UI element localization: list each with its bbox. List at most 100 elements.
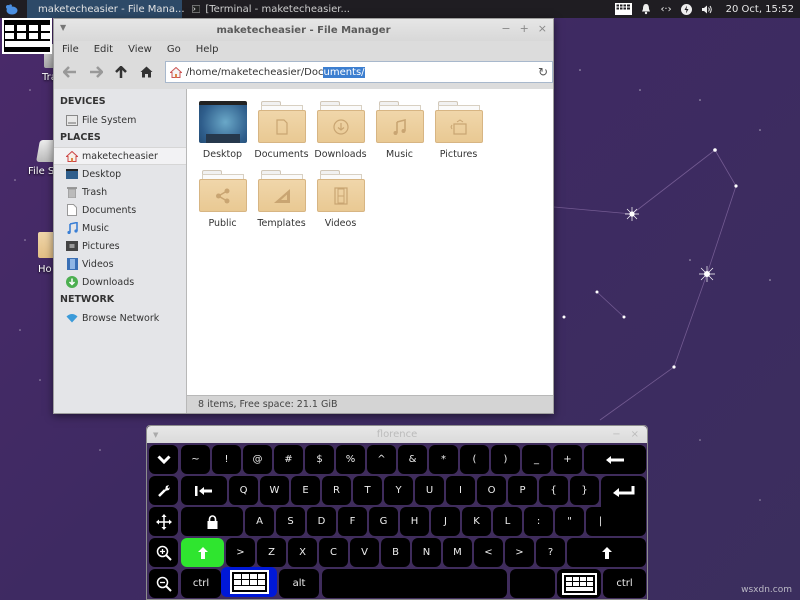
onscreen-keyboard-toggle-icon[interactable] bbox=[2, 18, 52, 54]
key-s[interactable]: S bbox=[276, 507, 305, 536]
key-underscore[interactable]: _ bbox=[522, 445, 551, 474]
key-k[interactable]: K bbox=[462, 507, 491, 536]
key-l[interactable]: L bbox=[493, 507, 522, 536]
key-g[interactable]: G bbox=[369, 507, 398, 536]
sidebar-item-trash[interactable]: Trash bbox=[54, 183, 186, 201]
sidebar-item-music[interactable]: Music bbox=[54, 219, 186, 237]
menu-go[interactable]: Go bbox=[167, 44, 181, 55]
key-r[interactable]: R bbox=[322, 476, 351, 505]
key-asterisk[interactable]: * bbox=[429, 445, 458, 474]
key-greater-2[interactable]: > bbox=[505, 538, 534, 567]
key-altgr[interactable] bbox=[510, 569, 555, 598]
sidebar-item-pictures[interactable]: Pictures bbox=[54, 237, 186, 255]
location-bar[interactable]: /home/maketecheasier/Documents/ ↻ bbox=[164, 61, 554, 83]
key-greater[interactable]: > bbox=[226, 538, 255, 567]
key-less[interactable]: < bbox=[474, 538, 503, 567]
file-item-desktop[interactable]: Desktop bbox=[193, 101, 252, 160]
file-item-downloads[interactable]: Downloads bbox=[311, 101, 370, 160]
file-item-pictures[interactable]: Pictures bbox=[429, 101, 488, 160]
keyboard-icon[interactable] bbox=[615, 3, 633, 15]
notification-bell-icon[interactable] bbox=[641, 3, 651, 15]
key-at[interactable]: @ bbox=[243, 445, 272, 474]
menu-view[interactable]: View bbox=[128, 44, 152, 55]
keyboard-close-button[interactable]: × bbox=[631, 429, 639, 440]
file-item-public[interactable]: Public bbox=[193, 170, 252, 229]
key-t[interactable]: T bbox=[353, 476, 382, 505]
reload-icon[interactable]: ↻ bbox=[538, 65, 548, 79]
volume-icon[interactable] bbox=[701, 4, 713, 15]
whisker-menu-button[interactable] bbox=[0, 0, 22, 18]
sidebar-item-browse-network[interactable]: Browse Network bbox=[54, 309, 186, 327]
home-button[interactable] bbox=[137, 62, 157, 82]
key-shift-left-active[interactable] bbox=[181, 538, 224, 567]
key-tab[interactable] bbox=[181, 476, 227, 505]
keyboard-minimize-button[interactable]: − bbox=[612, 429, 620, 440]
menu-help[interactable]: Help bbox=[196, 44, 219, 55]
sidebar-item-videos[interactable]: Videos bbox=[54, 255, 186, 273]
key-exclamation[interactable]: ! bbox=[212, 445, 241, 474]
key-hash[interactable]: # bbox=[274, 445, 303, 474]
key-pipe[interactable]: | bbox=[586, 507, 615, 536]
keyboard-titlebar[interactable]: ▼ florence − × bbox=[147, 426, 647, 443]
key-v[interactable]: V bbox=[350, 538, 379, 567]
key-ctrl-left[interactable]: ctrl bbox=[181, 569, 221, 598]
key-n[interactable]: N bbox=[412, 538, 441, 567]
sidebar-item-home[interactable]: maketecheasier bbox=[54, 147, 186, 165]
window-menu-icon[interactable]: ▼ bbox=[60, 23, 66, 32]
key-p[interactable]: P bbox=[508, 476, 537, 505]
key-y[interactable]: Y bbox=[384, 476, 413, 505]
key-brace-close[interactable]: } bbox=[570, 476, 599, 505]
key-c[interactable]: C bbox=[319, 538, 348, 567]
maximize-button[interactable]: + bbox=[520, 22, 529, 35]
key-d[interactable]: D bbox=[307, 507, 336, 536]
taskbar-item-file-manager[interactable]: maketecheasier - File Mana... bbox=[27, 0, 185, 18]
key-settings[interactable] bbox=[149, 476, 178, 505]
key-u[interactable]: U bbox=[415, 476, 444, 505]
window-titlebar[interactable]: ▼ maketecheasier - File Manager − + × bbox=[54, 19, 553, 41]
key-shift-right[interactable] bbox=[567, 538, 646, 567]
key-zoom-in[interactable] bbox=[149, 538, 178, 567]
key-colon[interactable]: : bbox=[524, 507, 553, 536]
key-e[interactable]: E bbox=[291, 476, 320, 505]
key-caps-lock[interactable] bbox=[181, 507, 243, 536]
file-item-music[interactable]: Music bbox=[370, 101, 429, 160]
key-i[interactable]: I bbox=[446, 476, 475, 505]
key-m[interactable]: M bbox=[443, 538, 472, 567]
key-alt[interactable]: alt bbox=[279, 569, 319, 598]
key-brace-open[interactable]: { bbox=[539, 476, 568, 505]
key-ctrl-right[interactable]: ctrl bbox=[603, 569, 646, 598]
key-b[interactable]: B bbox=[381, 538, 410, 567]
key-ampersand[interactable]: & bbox=[398, 445, 427, 474]
key-super-active[interactable] bbox=[221, 567, 277, 597]
key-a[interactable]: A bbox=[245, 507, 274, 536]
key-dollar[interactable]: $ bbox=[305, 445, 334, 474]
key-space[interactable] bbox=[322, 569, 507, 598]
key-h[interactable]: H bbox=[400, 507, 429, 536]
menu-file[interactable]: File bbox=[62, 44, 79, 55]
key-hide-keyboard[interactable] bbox=[149, 445, 178, 474]
key-q[interactable]: Q bbox=[229, 476, 258, 505]
network-icon[interactable]: ‹·› bbox=[660, 4, 671, 15]
key-super-right[interactable] bbox=[557, 569, 601, 598]
close-button[interactable]: × bbox=[538, 22, 547, 35]
key-f[interactable]: F bbox=[338, 507, 367, 536]
key-paren-close[interactable]: ) bbox=[491, 445, 520, 474]
clock[interactable]: 20 Oct, 15:52 bbox=[726, 4, 794, 15]
key-o[interactable]: O bbox=[477, 476, 506, 505]
back-button[interactable] bbox=[60, 62, 80, 82]
file-item-videos[interactable]: Videos bbox=[311, 170, 370, 229]
file-item-documents[interactable]: Documents bbox=[252, 101, 311, 160]
key-caret[interactable]: ^ bbox=[367, 445, 396, 474]
key-backspace[interactable] bbox=[584, 445, 646, 474]
key-x[interactable]: X bbox=[288, 538, 317, 567]
key-tilde[interactable]: ~ bbox=[181, 445, 210, 474]
key-zoom-out[interactable] bbox=[149, 569, 178, 598]
file-item-templates[interactable]: Templates bbox=[252, 170, 311, 229]
sidebar-item-documents[interactable]: Documents bbox=[54, 201, 186, 219]
sidebar-item-desktop[interactable]: Desktop bbox=[54, 165, 186, 183]
key-paren-open[interactable]: ( bbox=[460, 445, 489, 474]
key-z[interactable]: Z bbox=[257, 538, 286, 567]
window-menu-icon[interactable]: ▼ bbox=[153, 431, 158, 439]
sidebar-item-file-system[interactable]: File System bbox=[54, 111, 186, 129]
key-percent[interactable]: % bbox=[336, 445, 365, 474]
